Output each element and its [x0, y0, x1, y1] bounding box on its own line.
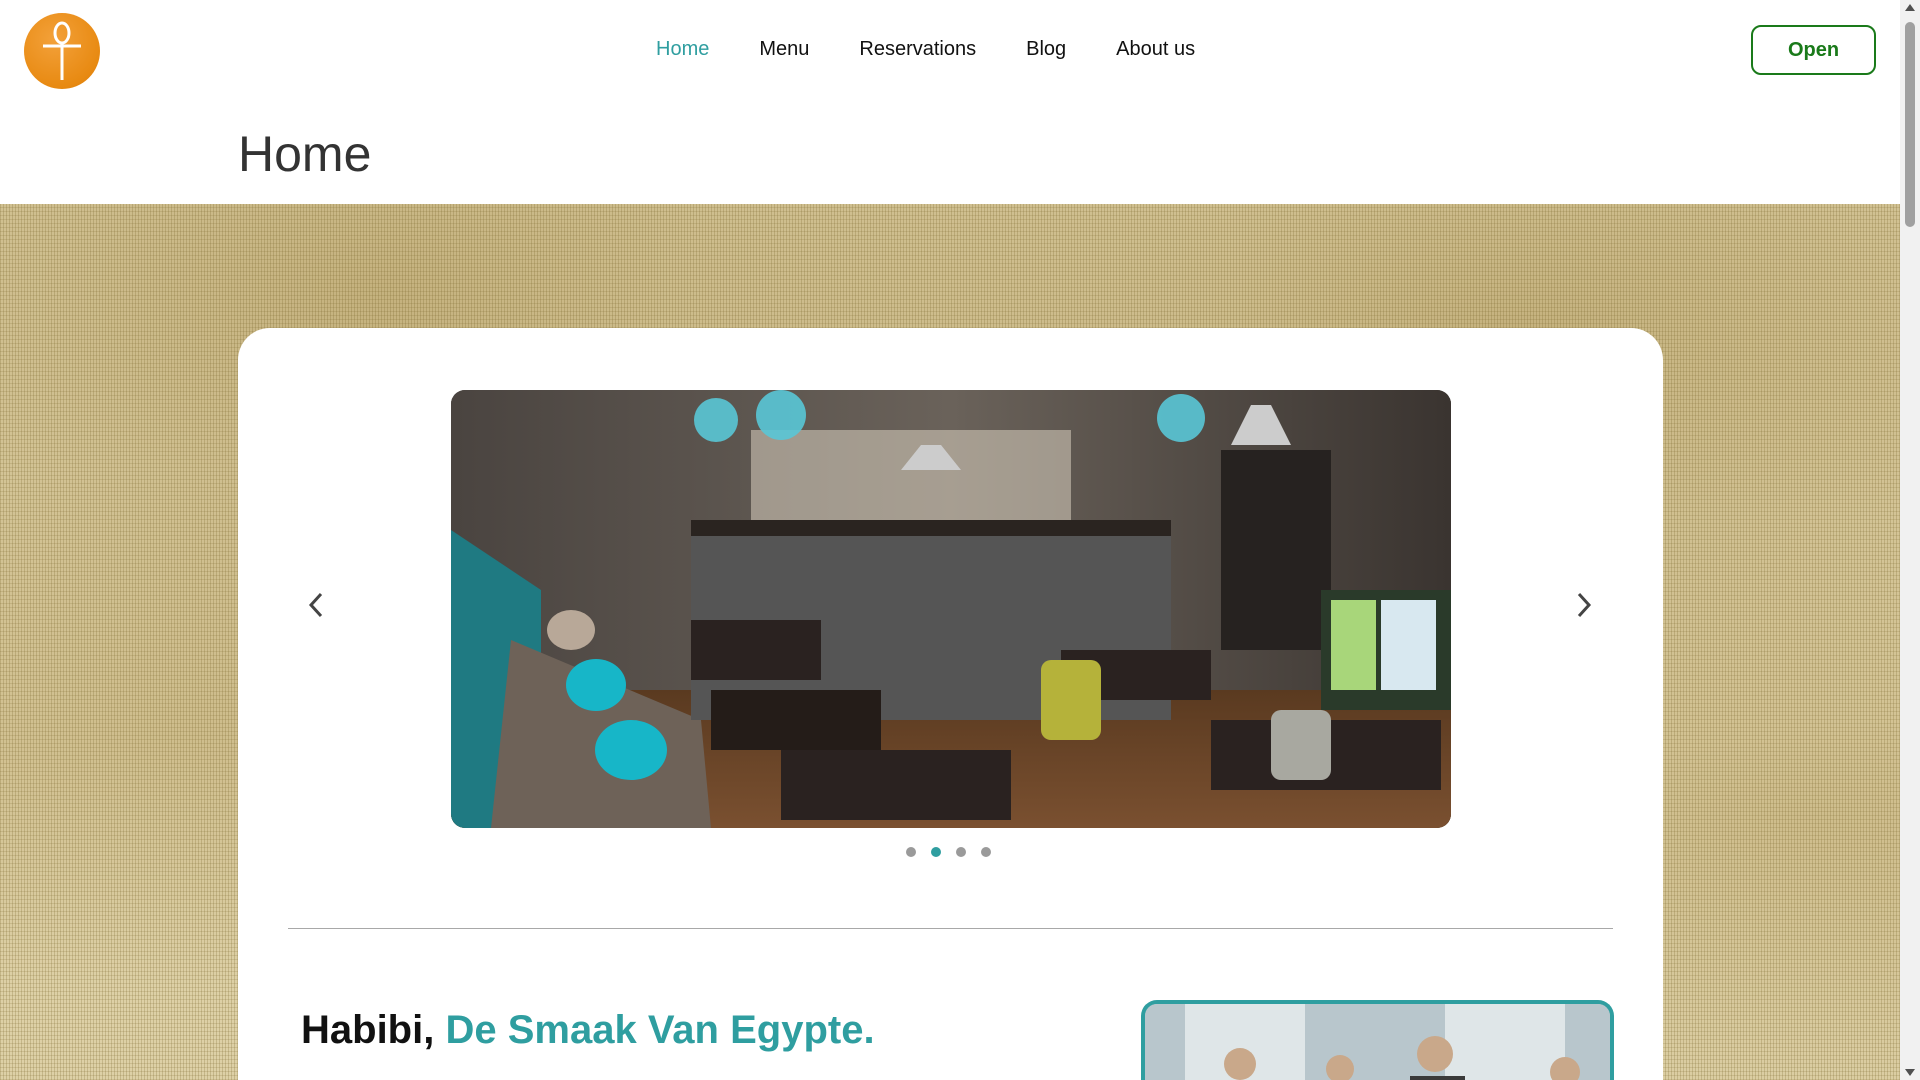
restaurant-interior-image: [451, 390, 1451, 828]
carousel-dot-1[interactable]: [906, 847, 916, 857]
content-card: Habibi, De Smaak Van Egypte.: [238, 328, 1663, 1080]
page-scrollbar[interactable]: [1900, 0, 1920, 1080]
nav-reservations[interactable]: Reservations: [859, 36, 976, 62]
chevron-right-icon: [1577, 592, 1592, 618]
page-title: Home: [238, 126, 372, 182]
site-header: Home Menu Reservations Blog About us Ope…: [0, 0, 1900, 100]
nav-home[interactable]: Home: [656, 36, 709, 62]
main-nav: Home Menu Reservations Blog About us: [656, 36, 1245, 62]
nav-about-us[interactable]: About us: [1116, 36, 1195, 62]
carousel-prev-button[interactable]: [301, 590, 331, 620]
intro-heading: Habibi, De Smaak Van Egypte.: [301, 1008, 875, 1053]
chevron-left-icon: [308, 592, 323, 618]
nav-menu[interactable]: Menu: [759, 36, 809, 62]
carousel-slide-image: [451, 390, 1451, 828]
team-photo: [1141, 1000, 1614, 1080]
intro-heading-accent: De Smaak Van Egypte.: [445, 1008, 875, 1052]
logo[interactable]: [24, 13, 100, 89]
ankh-icon: [43, 21, 81, 80]
scroll-down-arrow-icon[interactable]: [1905, 1069, 1915, 1076]
open-status-button[interactable]: Open: [1751, 25, 1876, 75]
scrollbar-thumb[interactable]: [1905, 22, 1915, 227]
carousel-next-button[interactable]: [1569, 590, 1599, 620]
scroll-up-arrow-icon[interactable]: [1905, 4, 1915, 11]
carousel-dot-2[interactable]: [931, 847, 941, 857]
carousel-dot-4[interactable]: [981, 847, 991, 857]
intro-heading-lead: Habibi,: [301, 1008, 435, 1052]
nav-blog[interactable]: Blog: [1026, 36, 1066, 62]
section-divider: [288, 928, 1613, 929]
carousel-indicators: [906, 847, 991, 857]
team-photo-image: [1145, 1004, 1610, 1080]
carousel-dot-3[interactable]: [956, 847, 966, 857]
